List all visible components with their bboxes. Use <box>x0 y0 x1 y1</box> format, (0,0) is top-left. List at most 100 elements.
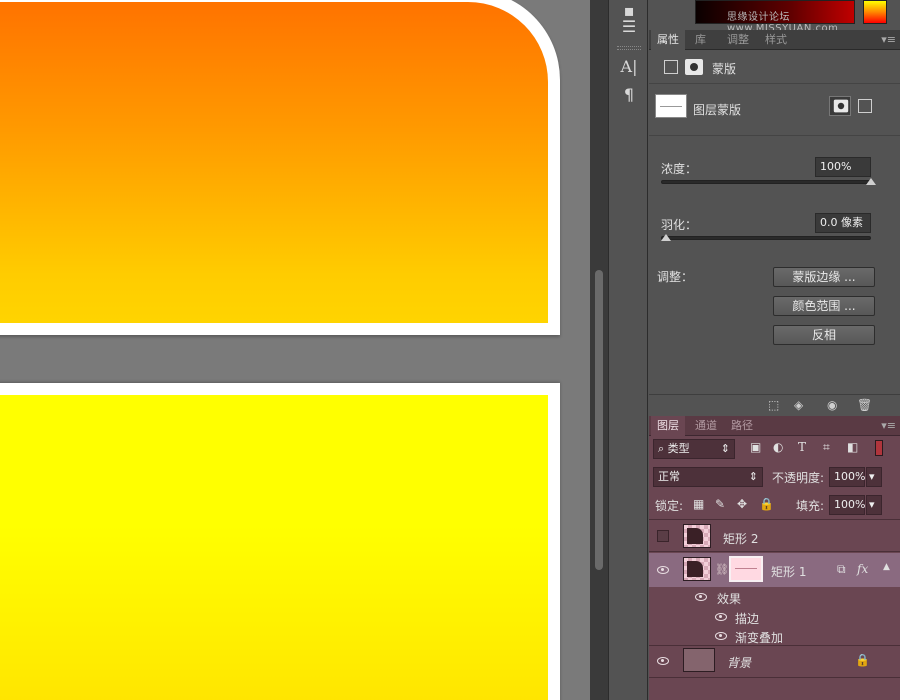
eye-icon[interactable] <box>715 613 727 621</box>
search-icon: ⌕ <box>658 442 668 455</box>
shape-filter-icon[interactable]: ⌗ <box>823 440 830 455</box>
layer-thumbnail <box>683 557 711 581</box>
canvas-vertical-scrollbar[interactable] <box>590 0 608 700</box>
vector-mask-icon[interactable] <box>664 60 678 74</box>
density-input[interactable]: 100% <box>815 157 871 177</box>
mask-label: 蒙版 <box>712 62 737 76</box>
tab-channels[interactable]: 通道 <box>689 416 723 436</box>
layer-name[interactable]: 矩形 2 <box>723 530 758 547</box>
adjustments-sliders-icon[interactable]: ☰ <box>617 16 641 38</box>
chevron-updown-icon: ⇕ <box>748 470 758 483</box>
chevron-updown-icon: ⇕ <box>720 442 730 455</box>
fill-dropdown-button[interactable]: ▾ <box>866 495 882 515</box>
color-panel: 思缘设计论坛 www.MISSYUAN.com <box>649 0 900 34</box>
visibility-icon[interactable]: ◉ <box>827 398 837 412</box>
layer-row-selected[interactable]: ⛓ 矩形 1 ⧉ fx ▲ <box>649 553 900 587</box>
adjustment-filter-icon[interactable]: ◐ <box>773 440 783 454</box>
effects-label: 效果 <box>717 592 742 606</box>
layers-tabbar: 图层 通道 路径 ▾≡ <box>649 416 900 436</box>
mask-edge-button[interactable]: 蒙版边缘 ... <box>773 267 875 287</box>
eye-icon[interactable] <box>715 632 727 640</box>
feather-slider-knob[interactable] <box>661 234 671 241</box>
orange-rounded-rectangle <box>0 0 560 335</box>
density-slider[interactable] <box>661 180 871 184</box>
filter-kind-value: 类型 <box>667 442 690 455</box>
tab-properties[interactable]: 属性 <box>651 30 685 50</box>
layer-mask-label: 图层蒙版 <box>693 103 742 117</box>
yellow-rectangle <box>0 383 560 700</box>
panel-menu-icon[interactable]: ▾≡ <box>881 33 896 46</box>
density-label: 浓度： <box>661 162 698 176</box>
filter-toggle[interactable] <box>875 440 883 456</box>
smart-object-filter-icon[interactable]: ◧ <box>847 440 858 454</box>
select-pixel-mask-button[interactable] <box>829 96 851 116</box>
link-icon[interactable]: ⛓ <box>715 563 729 576</box>
opacity-dropdown-button[interactable]: ▾ <box>866 467 882 487</box>
layer-thumbnail <box>683 524 711 548</box>
paragraph-icon[interactable]: ¶ <box>617 84 641 106</box>
character-icon[interactable]: A| <box>617 56 641 78</box>
feather-label: 羽化： <box>661 218 698 232</box>
trash-icon[interactable]: 🗑 <box>857 398 872 412</box>
tab-styles[interactable]: 样式 <box>759 30 793 50</box>
layer-name[interactable]: 矩形 1 <box>771 563 806 580</box>
effect-item-row[interactable]: 渐变叠加 <box>649 626 900 646</box>
lock-transparency-icon[interactable]: ▦ <box>693 497 704 511</box>
mask-header-row: 蒙版 <box>649 50 900 84</box>
tab-adjustments[interactable]: 调整 <box>721 30 755 50</box>
properties-footer: ⬚ ◈ ◉ 🗑 <box>649 394 900 416</box>
load-selection-icon[interactable]: ⬚ <box>768 398 779 412</box>
fx-icon[interactable]: fx <box>857 562 868 576</box>
properties-panel: 属性 库 调整 样式 ▾≡ 蒙版 图层蒙版 浓度： 100% 羽化： 0.0 像… <box>649 30 900 416</box>
fill-label: 填充: <box>796 499 825 513</box>
smart-filter-icon: ⧉ <box>837 562 846 576</box>
invert-button[interactable]: 反相 <box>773 325 875 345</box>
effect-name: 描边 <box>735 612 760 626</box>
pixel-mask-icon[interactable] <box>685 59 703 75</box>
layer-thumbnail <box>683 648 715 672</box>
opacity-label: 不透明度: <box>772 471 825 485</box>
lock-icon: 🔒 <box>855 653 870 667</box>
eye-icon[interactable] <box>695 593 707 601</box>
tab-layers[interactable]: 图层 <box>651 416 685 436</box>
fill-input[interactable]: 100% <box>829 495 865 515</box>
layer-filter-select[interactable]: ⌕ 类型 ⇕ <box>653 439 735 459</box>
expand-effects-icon[interactable]: ▲ <box>883 562 890 572</box>
text-filter-icon[interactable]: T <box>798 440 806 454</box>
layers-panel: 图层 通道 路径 ▾≡ ⌕ 类型 ⇕ ▣ ◐ T ⌗ ◧ 正常 ⇕ 不透明度: … <box>649 416 900 700</box>
eye-icon[interactable] <box>657 566 669 574</box>
tab-paths[interactable]: 路径 <box>725 416 759 436</box>
lock-position-icon[interactable]: ✥ <box>737 497 747 511</box>
apply-mask-icon[interactable]: ◈ <box>794 398 803 412</box>
color-range-button[interactable]: 颜色范围 ... <box>773 296 875 316</box>
layer-name[interactable]: 背景 <box>727 654 751 671</box>
layer-mask-row: 图层蒙版 <box>649 84 900 136</box>
lock-pixels-icon[interactable]: ✎ <box>715 497 725 511</box>
blend-mode-value: 正常 <box>658 470 680 483</box>
adjust-label: 调整： <box>657 270 694 284</box>
image-filter-icon[interactable]: ▣ <box>750 440 761 454</box>
layers-menu-icon[interactable]: ▾≡ <box>881 419 896 432</box>
blend-mode-select[interactable]: 正常 ⇕ <box>653 467 763 487</box>
lock-all-icon[interactable]: 🔒 <box>759 497 774 511</box>
add-vector-mask-icon[interactable] <box>858 99 872 113</box>
feather-input[interactable]: 0.0 像素 <box>815 213 871 233</box>
tab-libraries[interactable]: 库 <box>689 30 712 50</box>
eye-icon[interactable] <box>657 657 669 665</box>
layer-row[interactable]: 背景 🔒 <box>649 644 900 678</box>
properties-tabbar: 属性 库 调整 样式 ▾≡ <box>649 30 900 50</box>
opacity-input[interactable]: 100% <box>829 467 865 487</box>
panel-grip[interactable] <box>617 46 641 50</box>
collapsed-panel-strip: ▪ ☰ A| ¶ <box>608 0 648 700</box>
document-canvas[interactable] <box>0 0 590 700</box>
density-slider-knob[interactable] <box>866 178 876 185</box>
hue-slider[interactable] <box>863 0 887 24</box>
layer-row[interactable]: 矩形 2 <box>649 520 900 552</box>
lock-label: 锁定: <box>655 499 684 513</box>
visibility-toggle-empty[interactable] <box>657 530 669 542</box>
layer-mask-thumbnail[interactable] <box>729 556 763 582</box>
scrollbar-thumb[interactable] <box>595 270 603 570</box>
effect-item-row[interactable]: 描边 <box>649 607 900 627</box>
feather-slider[interactable] <box>661 236 871 240</box>
effects-row[interactable]: 效果 <box>649 587 900 607</box>
